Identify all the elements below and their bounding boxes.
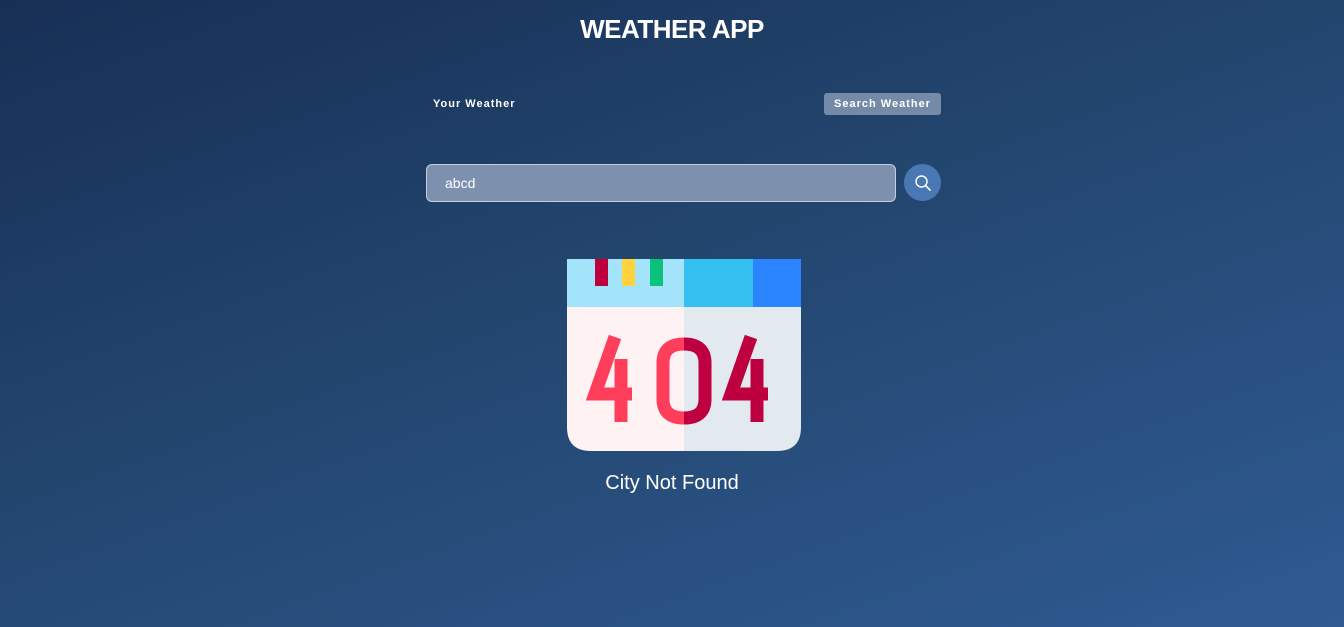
error-404-illustration: 404 bbox=[567, 259, 801, 451]
tab-search-weather[interactable]: Search Weather bbox=[824, 93, 941, 115]
search-icon bbox=[914, 174, 931, 191]
error-message: City Not Found bbox=[605, 472, 739, 494]
search-button[interactable] bbox=[904, 164, 941, 201]
tab-your-weather[interactable]: Your Weather bbox=[425, 93, 524, 115]
app-title: WEATHER APP bbox=[580, 14, 764, 44]
search-input[interactable] bbox=[426, 164, 896, 202]
